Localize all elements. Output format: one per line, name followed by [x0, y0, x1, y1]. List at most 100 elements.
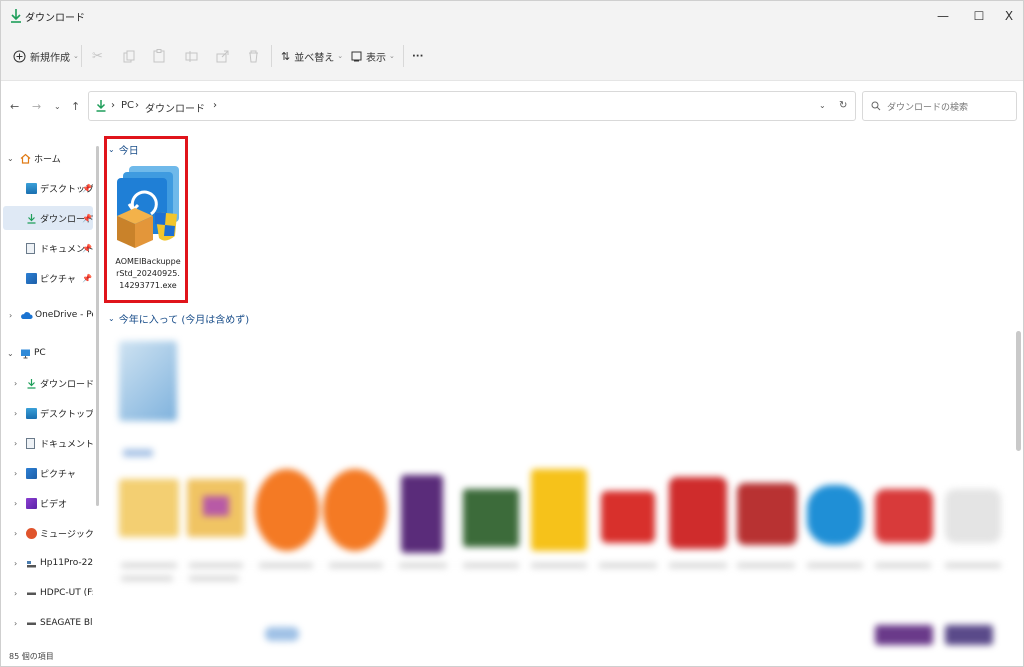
chevron-down-icon[interactable]: ⌄ [7, 349, 14, 358]
folder-tile[interactable] [119, 479, 179, 537]
sidebar-item-drive-hp[interactable]: › Hp11Pro-22h2- [1, 551, 93, 575]
chevron-right-icon[interactable]: › [14, 469, 17, 478]
aomei-backupper-exe-icon[interactable] [115, 164, 181, 254]
up-arrow-icon[interactable]: ↑ [71, 100, 80, 113]
toolbar-divider [271, 45, 272, 67]
chevron-right-icon[interactable]: › [9, 311, 12, 320]
file-tile[interactable] [123, 449, 153, 457]
file-tile[interactable] [601, 491, 655, 543]
address-bar[interactable]: › PC › ダウンロード › ⌄ ↻ [88, 91, 856, 121]
cut-icon[interactable]: ✂ [92, 31, 103, 81]
sidebar-item-desktop[interactable]: デスクトップ 📌 [1, 176, 93, 200]
file-tile[interactable] [323, 469, 387, 551]
chevron-down-icon: ⌄ [73, 52, 79, 60]
sidebar-item-documents[interactable]: ドキュメント 📌 [1, 236, 93, 260]
file-name-label [737, 563, 795, 568]
file-tile[interactable] [265, 627, 299, 641]
chevron-right-icon[interactable]: › [14, 409, 17, 418]
chevron-right-icon[interactable]: › [14, 379, 17, 388]
search-box[interactable]: ダウンロードの検索 [862, 91, 1017, 121]
address-dropdown-chevron-icon[interactable]: ⌄ [819, 101, 826, 110]
sidebar-item-onedrive[interactable]: › OneDrive - Perso [1, 303, 93, 327]
file-tile[interactable] [945, 489, 1001, 543]
sidebar-item-pc-downloads[interactable]: › ダウンロード [1, 371, 93, 395]
file-tile[interactable] [875, 625, 933, 645]
file-name-label[interactable]: AOMEIBackupperStd_20240925.14293771.exe [114, 256, 182, 292]
file-name-label [189, 576, 239, 581]
chevron-down-icon[interactable]: ⌄ [7, 154, 14, 163]
breadcrumb-pc[interactable]: PC [121, 100, 134, 111]
drive-icon [27, 622, 36, 625]
sidebar-item-home[interactable]: ⌄ ホーム [1, 146, 93, 170]
file-tile[interactable] [401, 475, 443, 553]
download-icon [11, 9, 21, 23]
chevron-down-icon: ⌄ [337, 52, 344, 60]
sidebar-item-pc[interactable]: ⌄ PC [1, 341, 93, 365]
file-name-label [599, 563, 657, 568]
desktop-icon [26, 407, 37, 419]
pin-icon[interactable]: 📌 [82, 214, 92, 223]
share-icon[interactable] [216, 31, 229, 81]
file-name-label [531, 563, 587, 568]
search-input[interactable]: ダウンロードの検索 [887, 100, 968, 113]
file-tile[interactable] [119, 341, 177, 421]
file-tile[interactable] [737, 483, 797, 545]
sort-icon: ⇅ [281, 49, 291, 63]
sidebar-item-drive-hdpc[interactable]: › HDPC-UT (F:) [1, 581, 93, 605]
file-tile[interactable] [875, 489, 933, 543]
chevron-right-icon[interactable]: › [14, 439, 17, 448]
breadcrumb-downloads[interactable]: ダウンロード [145, 100, 205, 115]
back-arrow-icon[interactable]: ← [10, 100, 19, 113]
file-name-label [945, 563, 1001, 568]
cloud-icon [21, 311, 33, 319]
copy-icon[interactable] [123, 31, 135, 81]
chevron-right-icon[interactable]: › [14, 559, 17, 568]
sidebar-item-pc-pictures[interactable]: › ピクチャ [1, 461, 93, 485]
search-icon [871, 101, 881, 111]
file-tile[interactable] [669, 477, 727, 549]
breadcrumb-separator: › [111, 100, 115, 111]
file-name-label [329, 563, 383, 568]
pin-icon[interactable]: 📌 [82, 244, 92, 253]
windows-drive-icon [27, 560, 36, 567]
sidebar-item-pc-documents[interactable]: › ドキュメント [1, 431, 93, 455]
close-button[interactable]: X [989, 1, 1023, 31]
content-scrollbar[interactable] [1014, 136, 1022, 656]
pin-icon[interactable]: 📌 [82, 274, 92, 283]
rename-icon[interactable] [185, 31, 198, 81]
scrollbar-thumb[interactable] [1016, 331, 1021, 451]
pin-icon[interactable]: 📌 [82, 184, 92, 193]
sidebar-item-downloads[interactable]: ダウンロード 📌 [3, 206, 93, 230]
chevron-right-icon[interactable]: › [14, 499, 17, 508]
sort-button[interactable]: ⇅ 並べ替え ⌄ [281, 31, 343, 81]
sidebar-item-pc-desktop[interactable]: › デスクトップ [1, 401, 93, 425]
file-tile[interactable] [807, 485, 863, 545]
recent-locations-chevron-icon[interactable]: ⌄ [54, 102, 61, 111]
new-button[interactable]: 新規作成 ⌄ [13, 31, 79, 81]
sidebar-item-pictures[interactable]: ピクチャ 📌 [1, 266, 93, 290]
window-title: ダウンロード [25, 13, 85, 24]
refresh-icon[interactable]: ↻ [839, 100, 847, 111]
file-tile[interactable] [945, 625, 993, 645]
sidebar-item-drive-seagate[interactable]: › SEAGATE Black [1, 611, 93, 635]
title-bar: ダウンロード — ☐ X [1, 1, 1023, 31]
file-tile[interactable] [531, 469, 587, 551]
download-icon [27, 378, 36, 389]
chevron-right-icon[interactable]: › [14, 589, 17, 598]
chevron-down-icon: ⌄ [108, 314, 115, 323]
sidebar-scrollbar[interactable] [96, 146, 99, 506]
delete-icon[interactable] [248, 31, 259, 81]
group-header-this-year[interactable]: ⌄ 今年に入って (今月は含めず) [108, 311, 249, 326]
forward-arrow-icon[interactable]: → [32, 100, 41, 113]
more-options-button[interactable]: ··· [412, 31, 423, 81]
chevron-right-icon[interactable]: › [14, 529, 17, 538]
sidebar-item-pc-music[interactable]: › ミュージック [1, 521, 93, 545]
view-button[interactable]: 表示 ⌄ [351, 31, 395, 81]
chevron-right-icon[interactable]: › [14, 619, 17, 628]
minimize-button[interactable]: — [923, 1, 963, 31]
sidebar-item-pc-videos[interactable]: › ビデオ [1, 491, 93, 515]
file-tile[interactable] [463, 489, 519, 547]
paste-icon[interactable] [153, 31, 165, 81]
breadcrumb-separator: › [213, 100, 217, 111]
file-tile[interactable] [255, 469, 319, 551]
